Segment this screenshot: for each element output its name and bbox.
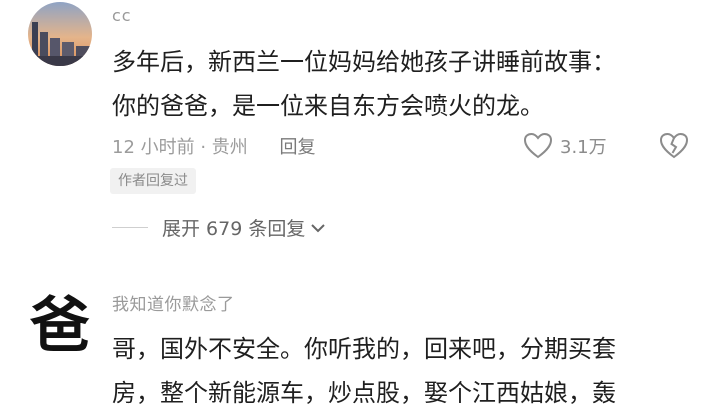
chevron-down-icon [311,223,326,232]
author-replied-badge: 作者回复过 [110,168,196,194]
comment-text-line: 你的爸爸，是一位来自东方会喷火的龙。 [112,92,544,120]
comment-item: 爸 我知道你默念了 哥，国外不安全。你听我的，回来吧，分期买套 房，整个新能源车… [0,272,720,405]
comment-item: cc 多年后，新西兰一位妈妈给她孩子讲睡前故事： 你的爸爸，是一位来自东方会喷火… [0,0,720,272]
comment-meta: 12 小时前 · 贵州 回复 [112,133,316,159]
comment-text-line: 哥，国外不安全。你听我的，回来吧，分期买套 [112,335,616,363]
comment-text-line: 多年后，新西兰一位妈妈给她孩子讲睡前故事： [112,48,616,76]
username[interactable]: cc [112,6,132,25]
timestamp-location: 12 小时前 · 贵州 [112,137,248,158]
user-avatar[interactable] [28,2,92,66]
comment-text: 哥，国外不安全。你听我的，回来吧，分期买套 房，整个新能源车，炒点股，娶个江西姑… [112,327,616,405]
broken-heart-icon [659,132,689,159]
like-count: 3.1万 [560,137,607,158]
like-button[interactable]: 3.1万 [523,132,607,160]
dislike-button[interactable] [659,132,689,164]
user-avatar[interactable]: 爸 [22,282,98,361]
expand-replies-label: 展开 679 条回复 [162,218,306,240]
divider-line [112,227,148,228]
reply-button[interactable]: 回复 [280,137,316,158]
comment-text: 多年后，新西兰一位妈妈给她孩子讲睡前故事： 你的爸爸，是一位来自东方会喷火的龙。 [112,40,616,128]
username[interactable]: 我知道你默念了 [112,290,235,315]
comment-text-line: 房，整个新能源车，炒点股，娶个江西姑娘，轰 [112,379,616,405]
heart-icon [523,132,553,159]
expand-replies-button[interactable]: 展开 679 条回复 [112,214,326,241]
